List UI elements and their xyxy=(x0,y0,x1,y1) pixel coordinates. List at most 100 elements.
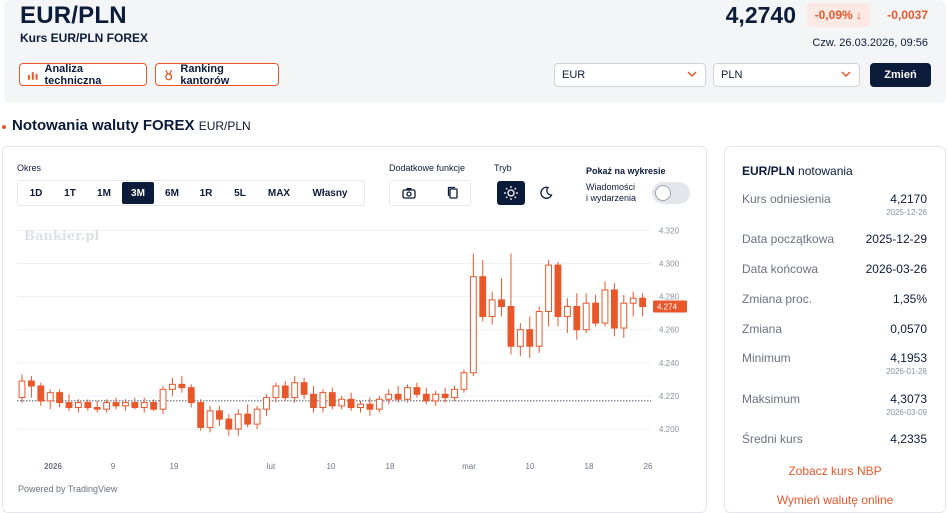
x-tick-label: 10 xyxy=(327,462,336,471)
candle-body xyxy=(84,402,92,409)
y-tick-label: 4.200 xyxy=(659,425,680,434)
technical-analysis-button[interactable]: Analiza techniczna xyxy=(19,63,147,87)
change-currency-button[interactable]: Zmień xyxy=(870,63,931,87)
powered-by-label[interactable]: Powered by TradingView xyxy=(18,484,117,494)
period-label: Okres xyxy=(17,163,42,173)
stat-label: Zmiana xyxy=(742,322,783,336)
candle-body xyxy=(404,387,411,400)
period-5l[interactable]: 5L xyxy=(224,182,256,204)
candle-body xyxy=(592,302,599,324)
exchange-online-link[interactable]: Wymień walutę online xyxy=(725,493,945,507)
stat-date: 2025-12-26 xyxy=(886,208,927,217)
period-max[interactable]: MAX xyxy=(258,182,300,204)
candle-body xyxy=(159,388,167,410)
x-tick-label: 19 xyxy=(170,462,179,471)
candle-body xyxy=(234,413,242,430)
from-currency-select[interactable]: EUR xyxy=(554,63,706,87)
page-title: EUR/PLN xyxy=(20,2,127,29)
candle-body xyxy=(300,382,308,395)
candle-body xyxy=(272,385,280,399)
period-6m[interactable]: 6M xyxy=(156,182,188,204)
period-1d[interactable]: 1D xyxy=(20,182,52,204)
candle-body xyxy=(375,398,383,410)
quote-header: EUR/PLN Kurs EUR/PLN FOREX 4,2740 -0,09%… xyxy=(4,0,946,103)
moon-icon[interactable] xyxy=(538,185,554,201)
candle-body xyxy=(451,388,458,399)
quote-timestamp: Czw. 26.03.2026, 09:56 xyxy=(812,37,928,49)
camera-icon[interactable] xyxy=(401,185,417,201)
copy-icon[interactable] xyxy=(445,185,461,201)
x-tick-label: 9 xyxy=(111,462,116,471)
stats-title-pair: EUR/PLN xyxy=(742,164,795,178)
page-subtitle: Kurs EUR/PLN FOREX xyxy=(20,31,149,45)
candle-body xyxy=(206,410,214,428)
candle-body xyxy=(582,302,590,331)
y-tick-label: 4.320 xyxy=(659,227,680,235)
candle-body xyxy=(140,402,148,409)
x-tick-label: mar xyxy=(462,462,476,471)
show-on-chart-label: Pokaż na wykresie xyxy=(586,166,666,176)
candle-body xyxy=(347,398,355,409)
candle-body xyxy=(328,392,336,407)
candle-body xyxy=(338,398,346,407)
candle-body xyxy=(103,402,111,410)
candlestick-chart[interactable]: 4.320 4.300 4.280 4.260 4.240 4.220 4.200 4.274… xyxy=(17,227,689,477)
stat-value: 4,2170 xyxy=(890,192,927,206)
section-bullet xyxy=(2,125,6,129)
period-1r[interactable]: 1R xyxy=(190,182,222,204)
mode-label: Tryb xyxy=(494,163,512,173)
stat-value: 2025-12-29 xyxy=(865,232,927,246)
candle-body xyxy=(187,387,195,404)
period-własny[interactable]: Własny xyxy=(302,182,358,204)
y-tick-label: 4.260 xyxy=(659,326,680,335)
candle-body xyxy=(460,372,468,390)
stats-card: EUR/PLN notowania Zobacz kurs NBP Wymień… xyxy=(724,146,946,513)
candle-body xyxy=(526,329,534,347)
stat-date: 2026-03-09 xyxy=(886,408,927,417)
candle-body xyxy=(545,264,552,312)
period-3m[interactable]: 3M xyxy=(122,182,154,204)
candle-body xyxy=(150,402,158,410)
news-toggle[interactable] xyxy=(652,182,690,204)
exchange-ranking-label: Ranking kantorów xyxy=(180,62,230,87)
candle-body xyxy=(65,402,73,409)
current-price: 4,2740 xyxy=(725,2,796,28)
candle-body xyxy=(601,289,609,324)
candle-body xyxy=(291,382,299,399)
candle-body xyxy=(441,393,449,399)
candle-body xyxy=(554,264,562,317)
stat-label: Zmiana proc. xyxy=(742,292,813,306)
to-currency-value: PLN xyxy=(721,69,743,81)
period-1m[interactable]: 1M xyxy=(88,182,120,204)
candle-body xyxy=(56,392,64,404)
stat-label: Maksimum xyxy=(742,392,801,406)
nbp-rate-link[interactable]: Zobacz kurs NBP xyxy=(725,464,945,478)
light-mode-button[interactable] xyxy=(497,181,525,205)
y-tick-label: 4.240 xyxy=(659,359,680,368)
period-1t[interactable]: 1T xyxy=(54,182,86,204)
candle-body xyxy=(620,302,628,329)
candle-body xyxy=(498,299,505,307)
candle-body xyxy=(394,393,402,400)
candle-body xyxy=(263,397,270,410)
change-percent-badge: -0,09% ↓ xyxy=(806,3,870,27)
exchange-ranking-button[interactable]: Ranking kantorów xyxy=(155,62,279,87)
sun-icon xyxy=(504,186,518,200)
candle-body xyxy=(385,393,393,400)
from-currency-value: EUR xyxy=(562,69,586,81)
candle-body xyxy=(629,297,637,304)
change-absolute: -0,0037 xyxy=(887,8,928,22)
chevron-down-icon xyxy=(841,71,851,78)
stat-label: Kurs odniesienia xyxy=(742,192,831,206)
candle-body xyxy=(122,402,129,407)
stat-value: 0,0570 xyxy=(890,322,927,336)
candle-body xyxy=(131,402,139,409)
stat-label: Data początkowa xyxy=(742,232,835,246)
candle-body xyxy=(18,380,26,399)
stat-label: Minimum xyxy=(742,351,791,365)
candle-body xyxy=(93,407,101,410)
to-currency-select[interactable]: PLN xyxy=(713,63,860,87)
section-pair: EUR/PLN xyxy=(198,119,251,133)
x-tick-label: 26 xyxy=(644,462,653,471)
candle-body xyxy=(178,383,186,389)
